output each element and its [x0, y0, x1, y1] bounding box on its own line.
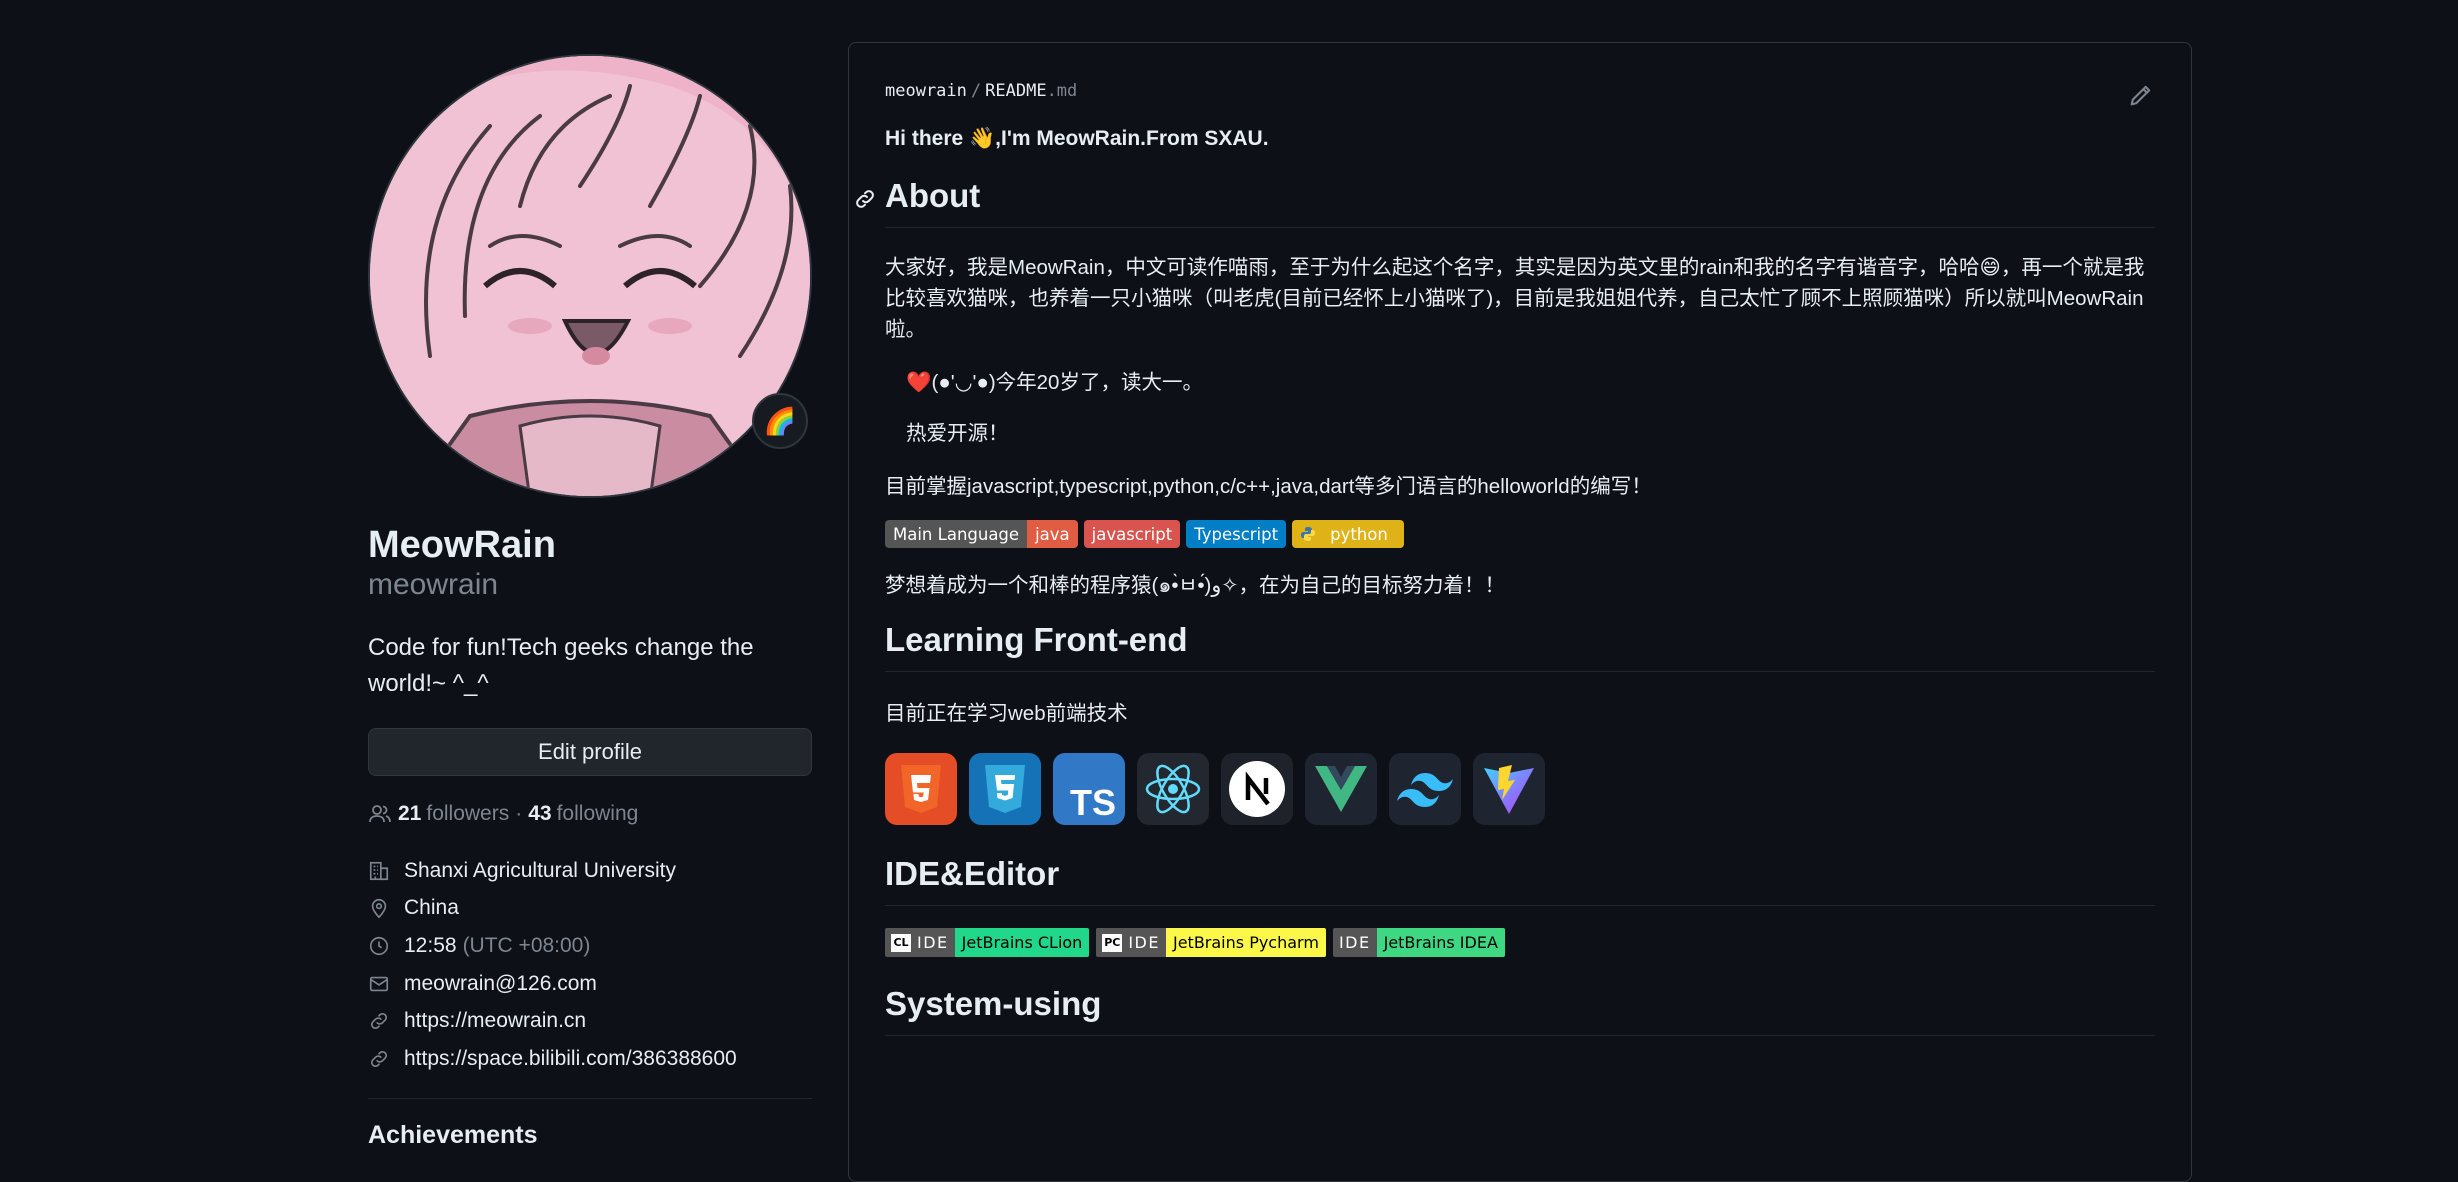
email-item: meowrain@126.com — [368, 965, 812, 1003]
following-count: 43 — [528, 802, 552, 825]
ide-editor-heading: IDE&Editor — [885, 855, 2155, 906]
tech-icon-row: TS — [885, 753, 2155, 825]
vue-icon[interactable] — [1305, 753, 1377, 825]
breadcrumb-file-link[interactable]: README.md — [985, 81, 1077, 101]
separator-dot: · — [515, 802, 523, 825]
social-item: https://space.bilibili.com/386388600 — [368, 1040, 812, 1078]
python-logo-icon — [1301, 527, 1316, 541]
typescript-icon[interactable]: TS — [1053, 753, 1125, 825]
link-icon — [370, 1050, 388, 1067]
quote-line-age: ❤️(●'◡'●)今年20岁了，读大一。 — [906, 371, 1203, 394]
following-link[interactable]: 43 following — [528, 802, 638, 826]
badge-value-javascript: javascript — [1083, 520, 1181, 548]
idea-badge-value: JetBrains IDEA — [1376, 928, 1505, 957]
followers-link[interactable]: 21 followers — [398, 802, 509, 826]
follow-stats: 21 followers · 43 following — [368, 802, 812, 826]
about-paragraph-languages: 目前掌握javascript,typescript,python,c/c++,j… — [885, 475, 1652, 498]
avatar[interactable] — [368, 54, 812, 498]
people-icon — [369, 805, 391, 823]
badge-label: Main Language — [885, 520, 1028, 548]
sidebar-divider — [368, 1097, 812, 1099]
clion-badge-value: JetBrains CLion — [954, 928, 1090, 957]
following-label: following — [556, 802, 639, 825]
css3-icon[interactable] — [969, 753, 1041, 825]
clion-badge-label: IDE — [917, 933, 949, 952]
breadcrumb-file-ext: .md — [1046, 81, 1078, 101]
readme-breadcrumb: meowrain / README.md — [885, 81, 2155, 101]
profile-bio: Code for fun!Tech geeks change the world… — [368, 634, 754, 697]
organization-item: Shanxi Agricultural University — [368, 852, 812, 890]
breadcrumb-separator: / — [970, 81, 982, 101]
profile-name: MeowRain — [368, 524, 556, 566]
profile-login: meowrain — [368, 568, 499, 601]
email-link[interactable]: meowrain@126.com — [404, 972, 597, 996]
social-link[interactable]: https://space.bilibili.com/386388600 — [404, 1047, 737, 1071]
svg-text:TS: TS — [1070, 782, 1116, 823]
anchor-link-icon[interactable] — [853, 187, 877, 211]
followers-count: 21 — [398, 802, 422, 825]
idea-badge-label: IDE — [1338, 933, 1371, 952]
timezone-text: (UTC +08:00) — [462, 933, 591, 957]
website-link[interactable]: https://meowrain.cn — [404, 1009, 586, 1033]
local-time-text: 12:58 — [404, 933, 457, 957]
mail-icon — [369, 976, 389, 991]
typescript-badge[interactable]: Typescript — [1186, 520, 1287, 548]
location-text: China — [404, 896, 459, 920]
vite-icon[interactable] — [1473, 753, 1545, 825]
nextjs-icon[interactable] — [1221, 753, 1293, 825]
idea-badge[interactable]: IDE JetBrains IDEA — [1332, 928, 1505, 957]
language-badges: Main Language java javascript Typescript… — [885, 520, 2155, 548]
quote-line-open-source: 热爱开源！ — [906, 422, 1009, 445]
learning-frontend-heading: Learning Front-end — [885, 621, 2155, 672]
breadcrumb-user-link[interactable]: meowrain — [885, 81, 967, 101]
about-paragraph-intro: 大家好，我是MeowRain，中文可读作喵雨，至于为什么起这个名字，其实是因为英… — [885, 256, 2145, 341]
pycharm-logo-icon: PC — [1102, 933, 1123, 952]
avatar-container: 🌈 — [368, 54, 812, 498]
readme-content: meowrain / README.md Hi there 👋,I'm MeowRa… — [856, 81, 2155, 1036]
html5-icon[interactable] — [885, 753, 957, 825]
frontend-paragraph: 目前正在学习web前端技术 — [885, 702, 1128, 725]
system-using-heading: System-using — [885, 985, 2155, 1036]
pycharm-badge-value: JetBrains Pycharm — [1165, 928, 1326, 957]
badge-value-java: java — [1027, 520, 1078, 548]
location-icon — [371, 899, 387, 919]
readme-greeting: Hi there 👋,I'm MeowRain.From SXAU. — [885, 127, 1269, 150]
location-item: China — [368, 890, 812, 928]
status-emoji-button[interactable]: 🌈 — [752, 393, 808, 449]
breadcrumb-file-name: README — [985, 81, 1047, 101]
badge-value-typescript: Typescript — [1186, 520, 1287, 548]
profile-sidebar: 🌈 MeowRain meowrain Code for fun!Tech ge… — [368, 54, 812, 1150]
react-icon[interactable] — [1137, 753, 1209, 825]
local-time-item: 12:58 (UTC +08:00) — [368, 927, 812, 965]
link-icon — [370, 1013, 388, 1030]
organization-icon — [369, 861, 389, 880]
achievements-heading[interactable]: Achievements — [368, 1121, 812, 1150]
avatar-image — [370, 56, 810, 496]
javascript-badge[interactable]: javascript — [1083, 520, 1181, 548]
website-item: https://meowrain.cn — [368, 1002, 812, 1040]
python-badge[interactable]: python — [1292, 520, 1404, 548]
badge-value-python: python — [1330, 524, 1388, 544]
main-language-java-badge[interactable]: Main Language java — [885, 520, 1078, 548]
organization-text: Shanxi Agricultural University — [404, 858, 676, 882]
tailwind-icon[interactable] — [1389, 753, 1461, 825]
about-heading-text: About — [885, 177, 981, 214]
followers-label: followers — [426, 802, 510, 825]
pycharm-badge[interactable]: PC IDE JetBrains Pycharm — [1096, 928, 1326, 957]
clion-logo-icon: CL — [891, 933, 911, 952]
clock-icon — [369, 936, 389, 956]
pycharm-badge-label: IDE — [1128, 933, 1160, 952]
readme-card: meowrain / README.md Hi there 👋,I'm MeowRa… — [848, 42, 2192, 1182]
edit-pencil-icon[interactable] — [2127, 81, 2155, 109]
profile-details: Shanxi Agricultural University China 12:… — [368, 852, 812, 1078]
ide-badges: CL IDE JetBrains CLion PC IDE JetBrains Py… — [885, 928, 2155, 957]
about-quote: ❤️(●'◡'●)今年20岁了，读大一。 热爱开源！ — [885, 367, 2155, 449]
edit-profile-button[interactable]: Edit profile — [368, 728, 812, 776]
about-heading: About — [856, 177, 2155, 228]
clion-badge[interactable]: CL IDE JetBrains CLion — [885, 928, 1090, 957]
about-paragraph-dream: 梦想着成为一个和棒的程序猿(๑•̀ㅂ•́)و✧，在为自己的目标努力着！！ — [885, 574, 1505, 597]
